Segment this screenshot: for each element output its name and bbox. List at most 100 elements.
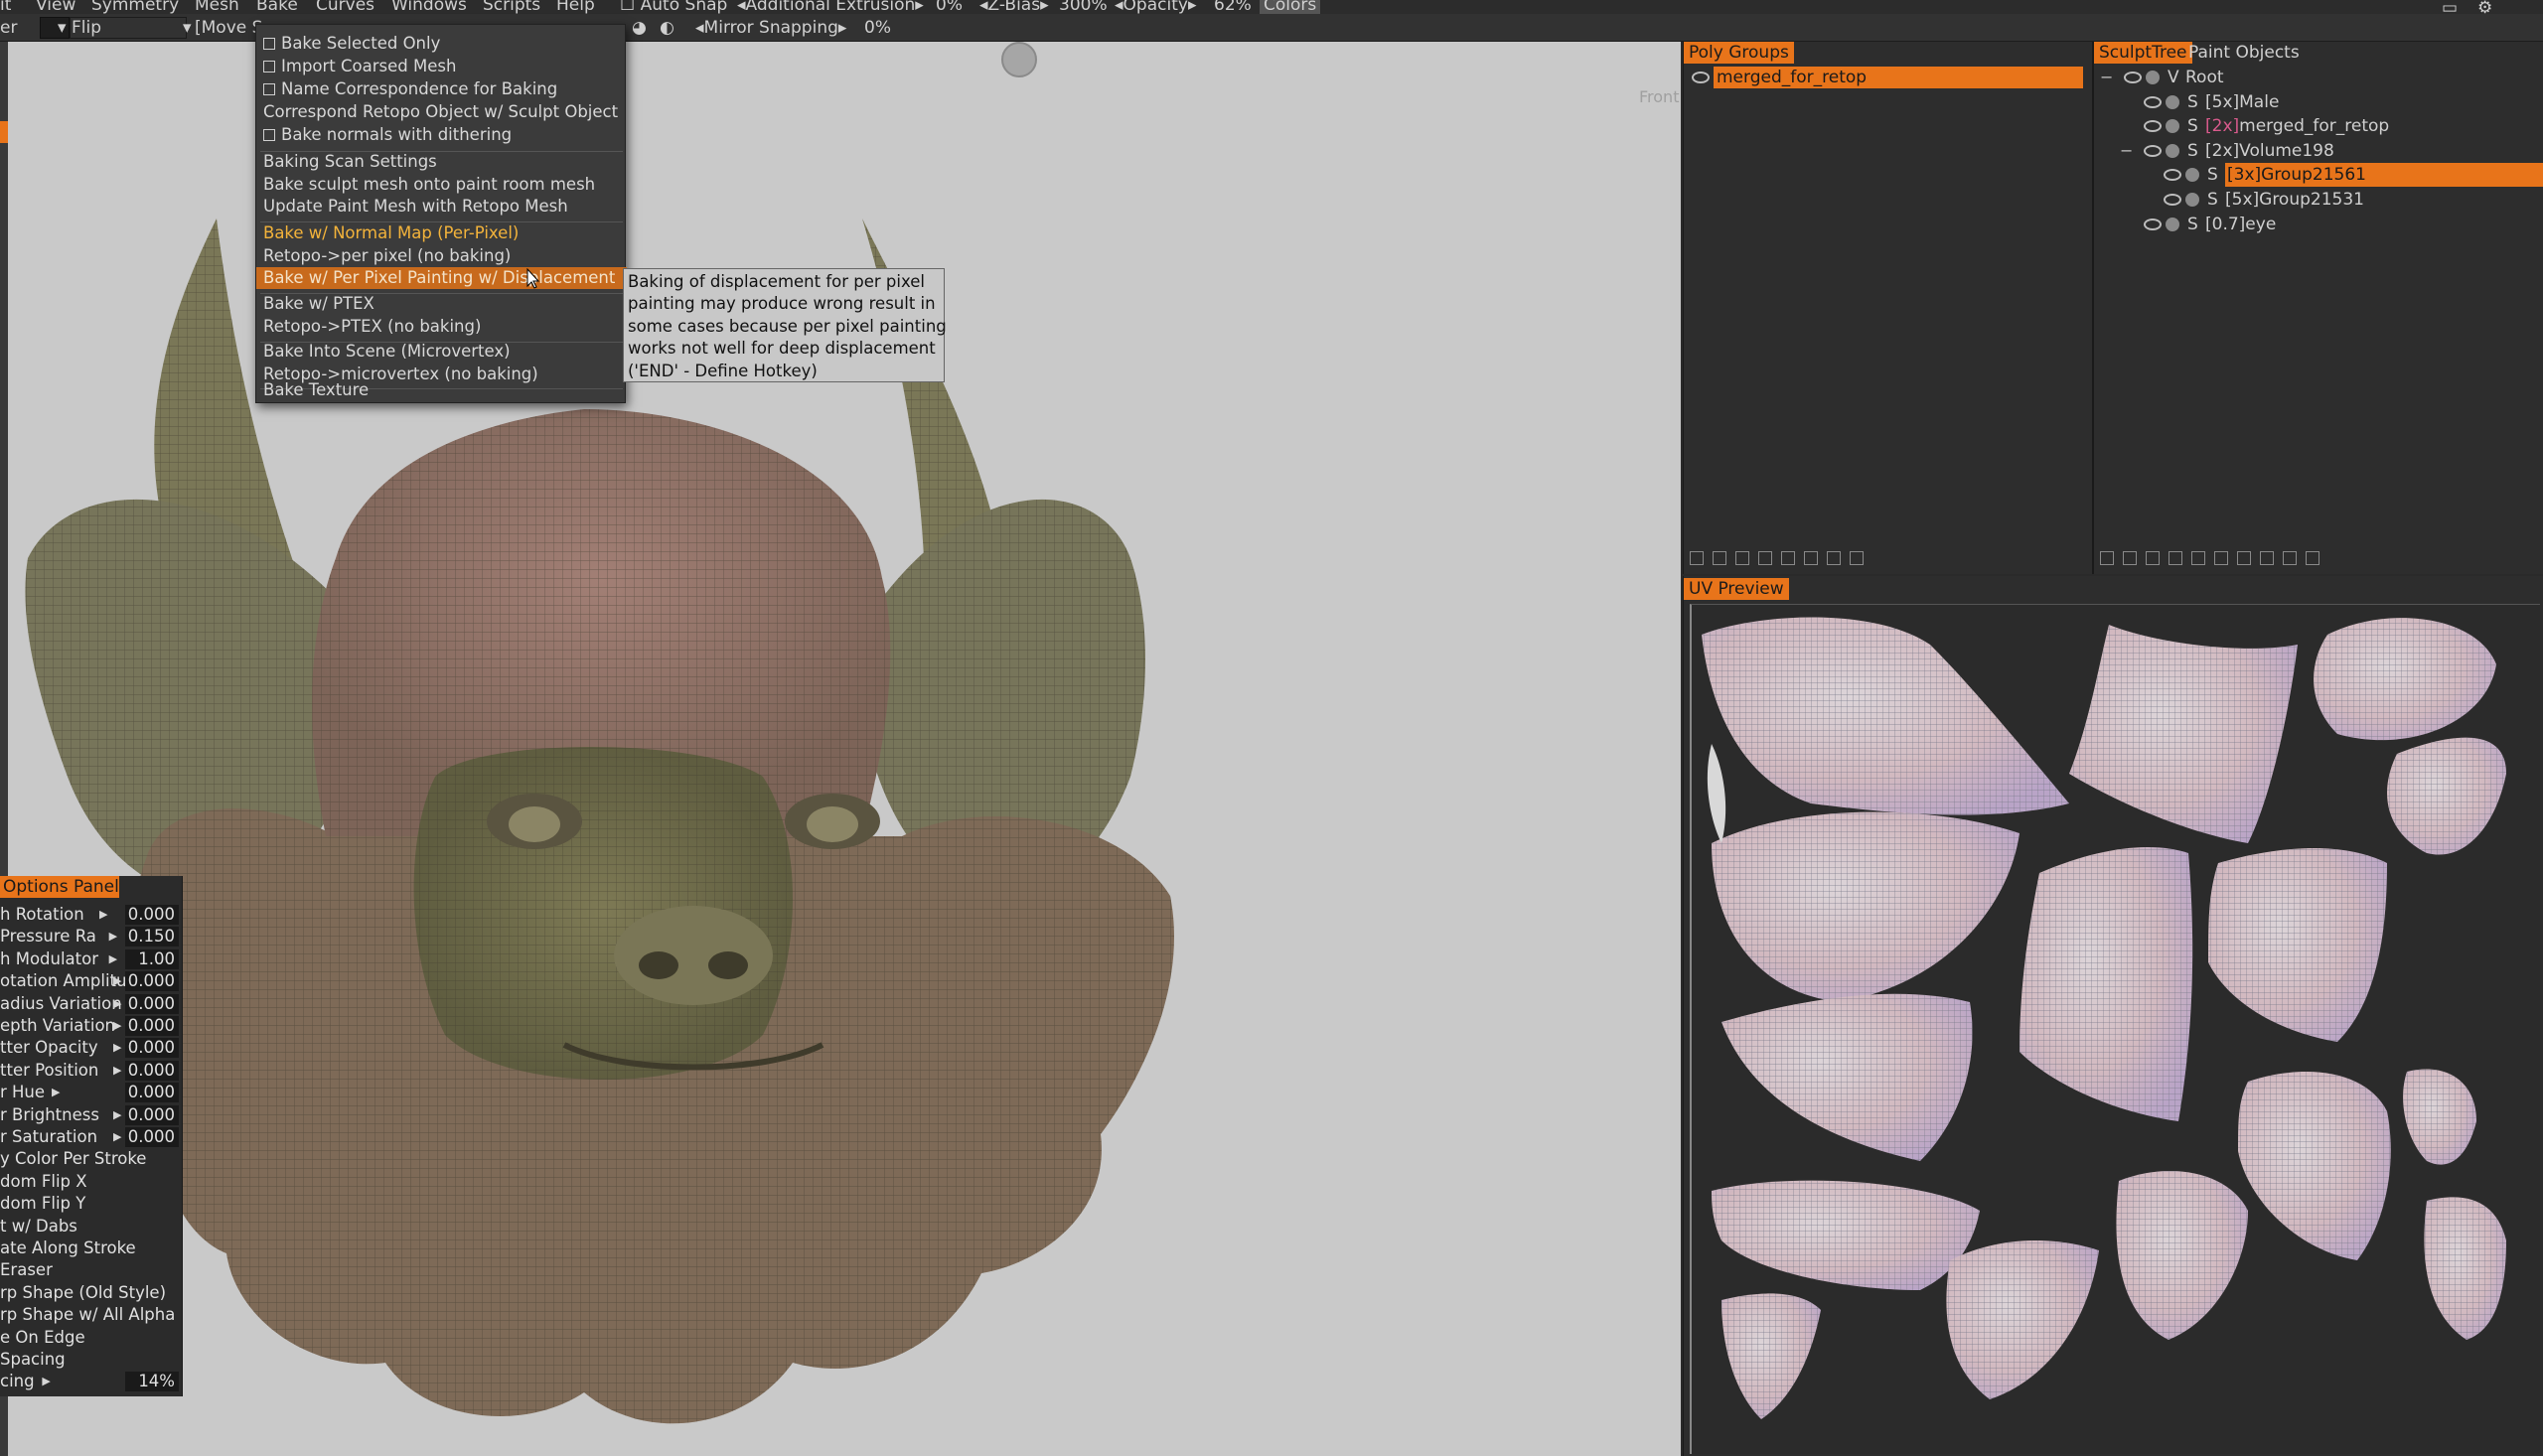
menu-item-baking-scan-settings[interactable]: Baking Scan Settings xyxy=(256,151,627,173)
zbias-value[interactable]: 300% xyxy=(1059,0,1108,14)
checkbox-icon[interactable] xyxy=(263,38,275,50)
checkbox-icon[interactable] xyxy=(263,129,275,141)
ghost-toggle-icon[interactable] xyxy=(2166,217,2179,231)
option-value-field[interactable]: 0.000 xyxy=(125,1083,179,1103)
option-value-field[interactable]: 0.000 xyxy=(125,971,179,992)
settings-icon[interactable]: ⚙ xyxy=(2477,0,2492,14)
option-row[interactable]: tter Position ▶ 0.000 xyxy=(0,1060,182,1082)
option-value-field[interactable]: 0.000 xyxy=(125,993,179,1014)
layers-icon[interactable] xyxy=(2191,551,2205,565)
option-row[interactable]: ate Along Stroke xyxy=(0,1238,182,1259)
menu-item-bake-texture[interactable]: Bake Texture xyxy=(256,379,627,401)
mirror-snapping-control[interactable]: ◂Mirror Snapping▸ xyxy=(695,18,846,38)
expand-arrow-icon[interactable]: ▶ xyxy=(109,948,117,970)
visibility-eye-icon[interactable] xyxy=(2144,218,2162,230)
option-row[interactable]: r Hue ▶ 0.000 xyxy=(0,1082,182,1103)
menu-item-bake-normal-map[interactable]: Bake w/ Normal Map (Per-Pixel) xyxy=(256,222,627,244)
split-icon[interactable] xyxy=(1781,551,1795,565)
collapse-toggle-icon[interactable]: − xyxy=(2100,66,2113,89)
add-group-icon[interactable] xyxy=(1690,551,1704,565)
menu-item-bake-normals-dithering[interactable]: Bake normals with dithering xyxy=(256,124,627,146)
option-value-field[interactable]: 0.000 xyxy=(125,1038,179,1059)
options-panel-title[interactable]: Options Panel xyxy=(0,876,119,898)
expand-arrow-icon[interactable]: ▶ xyxy=(52,1082,60,1103)
menu-windows[interactable]: Windows xyxy=(391,0,467,14)
sculpt-tree-item[interactable]: [2x]Volume198 xyxy=(2205,139,2334,163)
option-value-field[interactable]: 0.000 xyxy=(125,1104,179,1125)
trash-icon[interactable] xyxy=(2283,551,2297,565)
menu-symmetry[interactable]: Symmetry xyxy=(91,0,179,14)
option-value-field[interactable]: 0.000 xyxy=(125,1060,179,1081)
menu-item-bake-ptex[interactable]: Bake w/ PTEX xyxy=(256,293,627,315)
ghost-toggle-icon[interactable] xyxy=(2146,71,2160,84)
menu-curves[interactable]: Curves xyxy=(316,0,374,14)
menu-file-partial[interactable]: it xyxy=(0,0,11,14)
duplicate-icon[interactable] xyxy=(2123,551,2137,565)
flip-field[interactable] xyxy=(70,17,187,39)
expand-arrow-icon[interactable]: ▶ xyxy=(113,993,121,1015)
uv-preview-canvas[interactable] xyxy=(1690,604,2540,1454)
visibility-eye-icon[interactable] xyxy=(2164,169,2181,182)
zbias-control[interactable]: ◂Z-Bias▸ xyxy=(979,0,1049,14)
option-row[interactable]: e On Edge xyxy=(0,1327,182,1349)
menu-mesh[interactable]: Mesh xyxy=(195,0,239,14)
visibility-eye-icon[interactable] xyxy=(2144,144,2162,157)
option-value-field[interactable]: 0.000 xyxy=(125,1127,179,1147)
option-row[interactable]: adius Variation ▶ 0.000 xyxy=(0,993,182,1015)
window-layout-icon[interactable]: ▭ xyxy=(2442,0,2458,14)
symmetry-icon[interactable] xyxy=(2214,551,2228,565)
poly-group-item[interactable]: merged_for_retop xyxy=(1714,67,2083,88)
menu-bake[interactable]: Bake xyxy=(256,0,298,14)
ghost-toggle-icon[interactable] xyxy=(2185,193,2199,207)
option-row[interactable]: epth Variation ▶ 0.000 xyxy=(0,1015,182,1037)
ghost-toggle-icon[interactable] xyxy=(2185,168,2199,183)
expand-arrow-icon[interactable]: ▶ xyxy=(113,1126,121,1148)
checkbox-icon[interactable] xyxy=(263,61,275,73)
option-row[interactable]: Pressure Ra ▶ 0.150 xyxy=(0,926,182,947)
mirror-sphere-icon[interactable]: ◕ xyxy=(632,18,647,38)
option-row[interactable]: r Brightness ▶ 0.000 xyxy=(0,1104,182,1126)
additional-extrusion[interactable]: ◂Additional Extrusion▸ xyxy=(737,0,924,14)
menu-item-update-paint-mesh[interactable]: Update Paint Mesh with Retopo Mesh xyxy=(256,196,627,218)
option-value-field[interactable]: 0.000 xyxy=(125,905,179,925)
visibility-eye-icon[interactable] xyxy=(1692,72,1710,83)
mirror-snapping-value[interactable]: 0% xyxy=(864,18,891,38)
expand-arrow-icon[interactable]: ▶ xyxy=(42,1371,50,1392)
sculpt-tree-item[interactable]: Root xyxy=(2185,66,2224,89)
menu-item-name-correspondence[interactable]: Name Correspondence for Baking xyxy=(256,78,627,100)
option-value-field[interactable]: 0.000 xyxy=(125,1016,179,1036)
option-row[interactable]: dom Flip X xyxy=(0,1171,182,1193)
expand-arrow-icon[interactable]: ▶ xyxy=(109,926,117,947)
menu-item-bake-selected-only[interactable]: Bake Selected Only xyxy=(256,33,627,55)
expand-arrow-icon[interactable]: ▶ xyxy=(113,970,121,992)
sculpt-tree-item[interactable]: [5x]Male xyxy=(2205,90,2279,114)
copy-group-icon[interactable] xyxy=(1713,551,1726,565)
hide-icon[interactable] xyxy=(1804,551,1818,565)
menu-item-bake-into-scene[interactable]: Bake Into Scene (Microvertex) xyxy=(256,341,627,363)
menu-item-retopo-ptex[interactable]: Retopo->PTEX (no baking) xyxy=(256,316,627,338)
menu-scripts[interactable]: Scripts xyxy=(483,0,540,14)
expand-arrow-icon[interactable]: ▶ xyxy=(113,1104,121,1126)
colors-button[interactable]: Colors xyxy=(1260,0,1321,14)
grid-icon[interactable] xyxy=(2169,551,2182,565)
export-icon[interactable] xyxy=(1827,551,1841,565)
visibility-eye-icon[interactable] xyxy=(2164,194,2181,206)
menu-item-bake-per-pixel-displacement[interactable]: Bake w/ Per Pixel Painting w/ Displaceme… xyxy=(256,267,627,289)
option-row[interactable]: h Rotation ▶ 0.000 xyxy=(0,904,182,926)
tab-paint-objects[interactable]: Paint Objects xyxy=(2183,42,2305,64)
ghost-toggle-icon[interactable] xyxy=(2166,94,2179,109)
active-tool-marker[interactable] xyxy=(0,121,8,143)
collapse-toggle-icon[interactable]: − xyxy=(2120,139,2133,163)
option-row[interactable]: Eraser xyxy=(0,1259,182,1281)
expand-arrow-icon[interactable]: ▶ xyxy=(99,904,107,926)
option-row[interactable]: rp Shape (Old Style) xyxy=(0,1282,182,1304)
sculpt-tree-item[interactable]: [5x]Group21531 xyxy=(2225,188,2364,212)
export-icon[interactable] xyxy=(2260,551,2274,565)
opacity-value[interactable]: 62% xyxy=(1214,0,1252,14)
expand-arrow-icon[interactable]: ▶ xyxy=(113,1015,121,1037)
ghost-toggle-icon[interactable] xyxy=(2166,119,2179,134)
opacity-control[interactable]: ◂Opacity▸ xyxy=(1115,0,1196,14)
navigation-gizmo-icon[interactable] xyxy=(1001,42,1037,77)
menu-item-import-coarsed-mesh[interactable]: Import Coarsed Mesh xyxy=(256,56,627,77)
mirror-mode-icon[interactable]: ◐ xyxy=(660,18,674,38)
